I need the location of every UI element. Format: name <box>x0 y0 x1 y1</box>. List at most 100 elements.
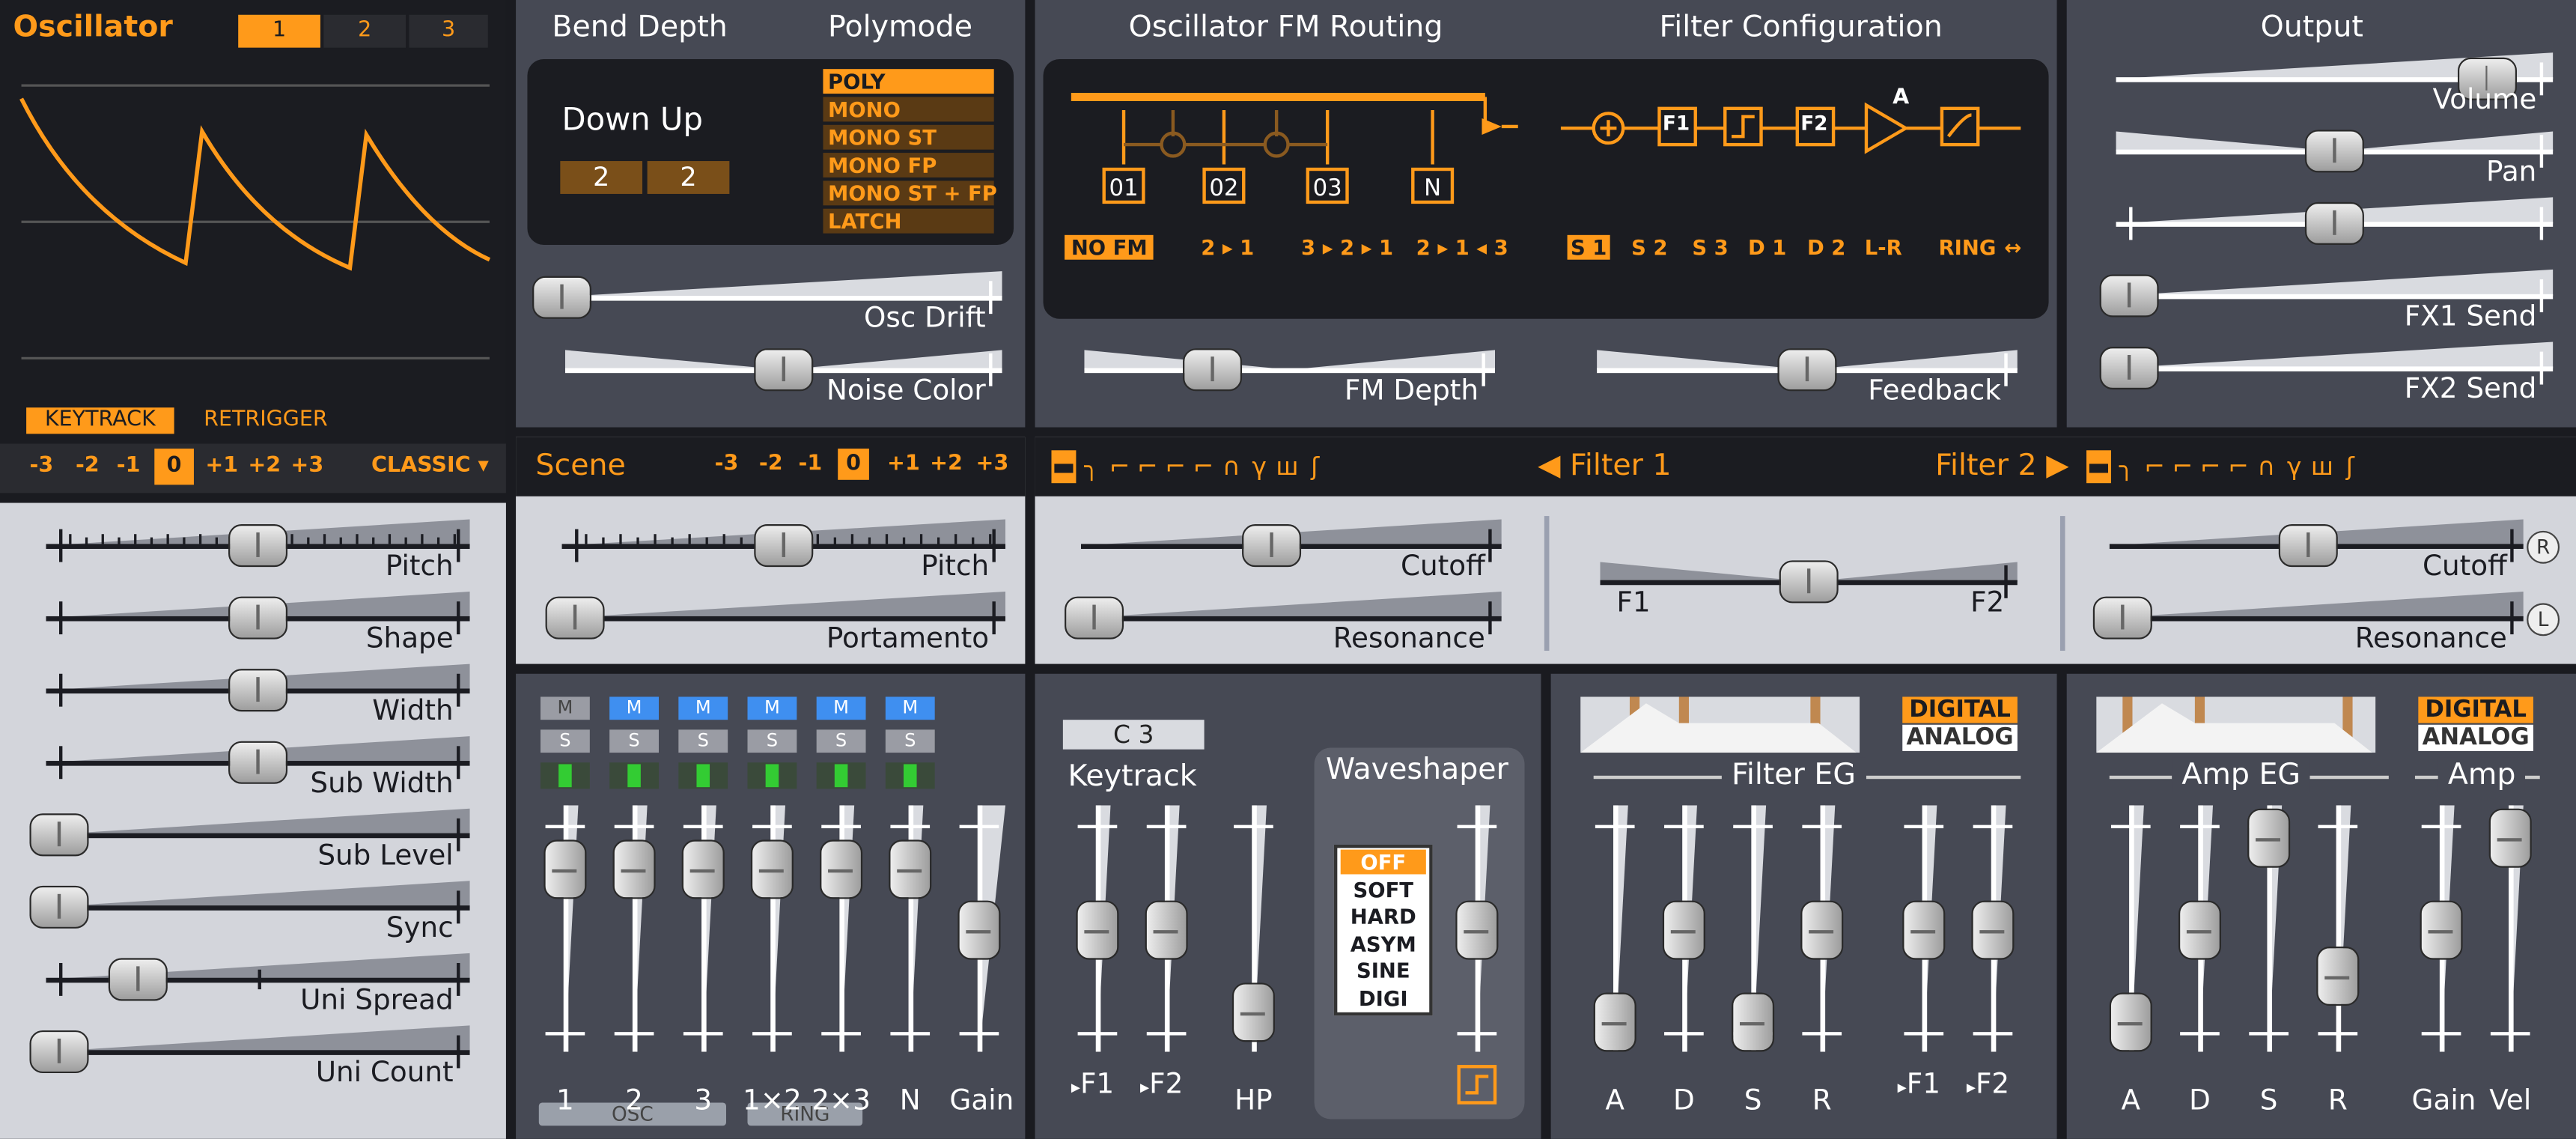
osc-param-pitch[interactable]: Pitch <box>46 516 470 583</box>
filter1-type-bandpass-icon[interactable]: ⌐ <box>1163 450 1188 483</box>
mixer-channel-1-knob[interactable] <box>612 839 656 899</box>
osc-tab-1[interactable]: 1 <box>238 14 320 48</box>
fm-depth-slider[interactable]: FM Depth <box>1084 340 1496 407</box>
filter-eg-r-knob[interactable] <box>1800 900 1844 960</box>
filter-eg-s-knob[interactable] <box>1732 992 1775 1052</box>
osc-param-shape[interactable]: Shape <box>46 589 470 656</box>
osc-param-uni-spread[interactable]: Uni Spread <box>46 950 470 1017</box>
mixer-channel-4-knob[interactable] <box>820 839 863 899</box>
fm-option-1[interactable]: 2 ▸ 1 <box>1194 235 1261 260</box>
mixer-solo-2[interactable]: S <box>678 729 728 753</box>
amp-gain-knob[interactable] <box>2420 900 2463 960</box>
osc-octave-m3[interactable]: -3 <box>30 454 54 479</box>
osc-octave-m2[interactable]: -2 <box>76 454 100 479</box>
filter1-cutoff-slider-knob[interactable] <box>1242 524 1302 568</box>
output-slider-volume[interactable]: Volume <box>2116 49 2554 117</box>
keytrack-toggle[interactable]: KEYTRACK <box>26 407 174 434</box>
osc-param-uni-count[interactable]: Uni Count <box>29 1022 470 1090</box>
mixer-route-led-0[interactable] <box>540 762 590 789</box>
polymode-option-2[interactable]: MONO ST <box>823 124 994 150</box>
scene-octave-2[interactable]: -1 <box>799 452 823 476</box>
filter2-resonance-slider-knob[interactable] <box>2092 596 2152 640</box>
amp-eg-a-knob[interactable] <box>2109 992 2152 1052</box>
filter-config-option-2[interactable]: S 3 <box>1689 235 1732 260</box>
amp-eg-d-knob[interactable] <box>2178 900 2221 960</box>
osc-param-sync[interactable]: Sync <box>29 878 470 945</box>
filter-eg-d-knob[interactable] <box>1662 900 1705 960</box>
mixer-channel-3[interactable]: 1×2 <box>743 805 802 1117</box>
osc-octave-p2[interactable]: +2 <box>248 454 281 479</box>
mixer-route-led-5[interactable] <box>885 762 935 789</box>
filter-eg-f1-amount-knob[interactable] <box>1902 900 1946 960</box>
mixer-mute-0[interactable]: M <box>540 696 590 720</box>
mixer-channel-4[interactable]: 2×3 <box>812 805 871 1117</box>
mixer-mute-2[interactable]: M <box>678 696 728 720</box>
retrigger-toggle[interactable]: RETRIGGER <box>204 407 328 432</box>
filter2-type-off-icon[interactable]: ▬ <box>2086 450 2111 484</box>
filter1-type-bp-2-icon[interactable]: ⌐ <box>1191 450 1216 483</box>
output-slider-fx2-send[interactable]: FX2 Send <box>2099 338 2554 406</box>
keytrack-hp-slider-knob[interactable] <box>1231 983 1275 1043</box>
mixer-solo-5[interactable]: S <box>885 729 935 753</box>
osc-type-menu[interactable]: CLASSIC ▾ <box>371 454 489 479</box>
mixer-solo-4[interactable]: S <box>816 729 866 753</box>
waveshaper-drive-slider[interactable] <box>1447 805 1506 1117</box>
filter-config-option-5[interactable]: L-R <box>1861 235 1905 260</box>
filter1-resonance-slider[interactable]: Resonance <box>1065 589 1502 656</box>
filter1-selector[interactable]: ◀ Filter 1 <box>1538 449 1672 483</box>
waveshaper-option-3[interactable]: ASYM <box>1341 931 1426 956</box>
filter1-type-lp-2-icon[interactable]: ⌐ <box>1107 450 1132 483</box>
keytrack-f1-slider-knob[interactable] <box>1076 900 1119 960</box>
scene-octave-5[interactable]: +2 <box>930 452 963 476</box>
filter-config-option-4[interactable]: D 2 <box>1804 235 1849 260</box>
filter2-type-sample-hold-icon[interactable]: ʃ <box>2338 450 2363 483</box>
mixer-solo-1[interactable]: S <box>609 729 660 753</box>
filter2-selector[interactable]: Filter 2 ▶ <box>1935 449 2069 483</box>
filter2-type-lowpass-icon[interactable]: ╮ <box>2114 450 2139 483</box>
filter-eg-a-knob[interactable] <box>1593 992 1636 1052</box>
mixer-route-led-3[interactable] <box>747 762 797 789</box>
scene-portamento-slider-knob[interactable] <box>545 596 605 640</box>
amp-gain[interactable]: Gain <box>2412 805 2476 1117</box>
keytrack-hp-slider[interactable]: HP <box>1224 805 1283 1117</box>
fm-option-2[interactable]: 3 ▸ 2 ▸ 1 <box>1294 235 1400 260</box>
filter2-cutoff-slider[interactable]: Cutoff <box>2109 516 2524 583</box>
noise-color-slider[interactable]: Noise Color <box>564 340 1002 407</box>
osc-drift-slider[interactable]: Osc Drift <box>532 268 1002 335</box>
mixer-solo-0[interactable]: S <box>540 729 590 753</box>
osc-octave-0[interactable]: 0 <box>154 449 194 485</box>
feedback-slider-knob[interactable] <box>1777 348 1837 392</box>
bend-down-value[interactable]: 2 <box>560 161 643 194</box>
mixer-channel-5[interactable]: N <box>880 805 940 1117</box>
filter2-type-lp-2-icon[interactable]: ⌐ <box>2143 450 2167 483</box>
keytrack-f2-slider-knob[interactable] <box>1145 900 1188 960</box>
mixer-gain[interactable]: Gain <box>949 805 1014 1117</box>
osc-param-sub-level[interactable]: Sub Level <box>29 805 470 872</box>
output-slider-unlabeled-knob[interactable] <box>2304 201 2364 245</box>
filter1-type-lowpass-icon[interactable]: ╮ <box>1080 450 1104 483</box>
filter-balance-slider-knob[interactable] <box>1779 560 1839 604</box>
waveshaper-option-5[interactable]: DIGI <box>1341 985 1426 1010</box>
amp-velocity[interactable]: Vel <box>2481 805 2540 1117</box>
output-slider-pan-knob[interactable] <box>2304 130 2364 173</box>
filter1-type-sample-hold-icon[interactable]: ʃ <box>1303 450 1327 483</box>
filter1-type-comb-icon[interactable]: ш <box>1275 450 1300 483</box>
filter-config-option-6[interactable]: RING <box>1935 235 2000 260</box>
scene-octave-4[interactable]: +1 <box>887 452 920 476</box>
polymode-option-5[interactable]: LATCH <box>823 208 994 234</box>
filter1-cutoff-slider[interactable]: Cutoff <box>1080 516 1502 583</box>
filter-config-option-7[interactable]: ↔ <box>2001 235 2025 260</box>
amp-eg-digital[interactable]: DIGITAL <box>2418 696 2533 723</box>
filter2-type-comb-icon[interactable]: ш <box>2309 450 2334 483</box>
keytrack-note-field[interactable]: C 3 <box>1062 720 1205 750</box>
waveshaper-option-1[interactable]: SOFT <box>1341 877 1426 902</box>
amp-eg-s-knob[interactable] <box>2247 808 2291 868</box>
amp-velocity-knob[interactable] <box>2488 808 2532 868</box>
filter-eg-s[interactable]: S <box>1723 805 1782 1117</box>
mixer-channel-5-knob[interactable] <box>889 839 932 899</box>
bend-up-value[interactable]: 2 <box>647 161 730 194</box>
amp-eg-r-knob[interactable] <box>2316 947 2360 1006</box>
scene-octave-0[interactable]: -3 <box>715 452 739 476</box>
noise-color-slider-knob[interactable] <box>754 348 814 392</box>
fm-option-0[interactable]: NO FM <box>1065 234 1154 260</box>
